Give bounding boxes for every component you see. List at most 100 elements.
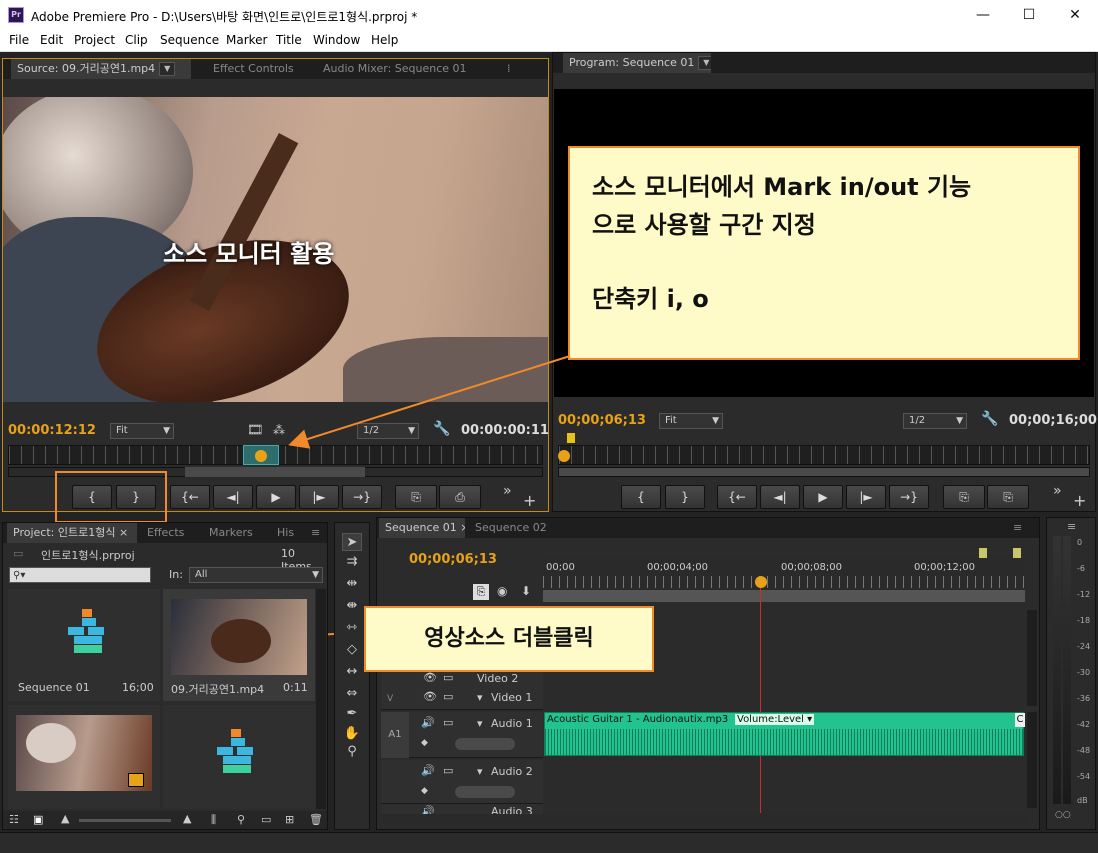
go-to-out-button[interactable]: →} [342,485,382,509]
zoom-large-icon[interactable]: ▲ [183,812,191,825]
new-bin-icon[interactable]: ▭ [261,813,271,826]
keyframe-icon[interactable]: ◆ [421,738,428,748]
track-target-a1[interactable]: A1 [381,712,409,758]
meter-solo-icons[interactable]: ○○ [1055,810,1071,820]
program-current-timecode[interactable]: 00;00;06;13 [558,413,646,428]
search-input[interactable]: ⚲▾ [9,567,151,583]
source-resolution-dropdown[interactable]: 1/2 ▼ [357,423,419,439]
program-marker-icon[interactable] [567,433,575,443]
ripple-edit-tool-icon[interactable]: ⇹ [342,575,362,593]
rate-stretch-tool-icon[interactable]: ⇿ [342,619,362,637]
eye-icon[interactable]: 👁 [423,690,437,703]
program-time-ruler[interactable] [558,445,1090,465]
menu-file[interactable]: File [9,33,29,47]
sequence-marker-icon[interactable] [979,548,987,558]
play-button[interactable]: ▶ [256,485,296,509]
mark-out-button[interactable]: } [116,485,156,509]
project-item-video-2[interactable] [8,705,160,809]
mark-in-button[interactable]: { [621,485,661,509]
mark-in-button[interactable]: { [72,485,112,509]
overwrite-button[interactable]: ⎙ [439,485,481,509]
playhead-icon[interactable] [255,450,267,462]
menu-window[interactable]: Window [313,33,360,47]
program-resolution-dropdown[interactable]: 1/2 ▼ [903,413,967,429]
close-icon[interactable]: × [460,521,465,534]
go-to-out-button[interactable]: →} [889,485,929,509]
slide-tool-icon[interactable]: ⇔ [342,685,362,703]
audio-scrollbar[interactable] [1027,712,1037,808]
lock-icon[interactable]: ▭ [443,671,453,684]
add-marker-icon[interactable]: ⬇ [521,584,531,598]
in-filter-dropdown[interactable]: All ▼ [189,567,323,583]
lift-button[interactable]: ⎘ [943,485,985,509]
step-forward-button[interactable]: |► [846,485,886,509]
minimize-button[interactable]: — [960,0,1006,30]
slip-tool-icon[interactable]: ↔ [342,663,362,681]
thumbnail-size-slider[interactable] [79,819,171,822]
track-target-v[interactable]: V [387,694,393,704]
step-back-button[interactable]: ◄| [213,485,253,509]
timeline-playhead-icon[interactable] [755,576,767,588]
extract-button[interactable]: ⎘ [987,485,1029,509]
tab-markers[interactable]: Markers [203,523,269,543]
mark-out-button[interactable]: } [665,485,705,509]
new-item-icon[interactable]: ⊞ [285,813,294,826]
menu-project[interactable]: Project [74,33,115,47]
collapse-triangle-icon[interactable]: ▾ [477,717,483,730]
hand-tool-icon[interactable]: ✋ [342,725,362,743]
menu-title[interactable]: Title [276,33,302,47]
collapse-triangle-icon[interactable]: ▾ [477,691,483,704]
film-icon[interactable]: 🎞 [247,423,264,438]
project-item-video[interactable]: 09.거리공연1.mp4 0:11 [163,589,315,701]
keyframe-icon[interactable]: ◆ [421,786,428,796]
chevron-down-icon[interactable]: ▼ [159,62,176,76]
track-select-tool-icon[interactable]: ⇉ [342,553,362,571]
step-back-button[interactable]: ◄| [760,485,800,509]
wrench-icon[interactable]: 🔧 [433,421,450,437]
program-playhead-icon[interactable] [558,450,570,462]
audio-clip[interactable]: Acoustic Guitar 1 - Audionautix.mp3 Volu… [544,712,1025,756]
tab-audio-mixer[interactable]: Audio Mixer: Sequence 01 [317,59,487,79]
program-zoom-bar[interactable] [558,467,1090,477]
maximize-button[interactable]: ☐ [1006,0,1052,30]
add-button-icon[interactable]: + [1073,491,1086,510]
close-button[interactable]: ✕ [1052,0,1098,30]
eye-icon[interactable]: 👁 [423,671,437,684]
snap-icon[interactable]: ⎘ [473,584,489,600]
tab-program[interactable]: Program: Sequence 01 ▼ [563,53,711,73]
project-item-sequence-2[interactable] [163,705,315,809]
zoom-tool-icon[interactable]: ⚲ [342,743,362,761]
menu-help[interactable]: Help [371,33,398,47]
rolling-edit-tool-icon[interactable]: ⇼ [342,597,362,615]
panel-menu-icon[interactable]: ≡ [305,523,327,543]
more-buttons-icon[interactable]: » [503,483,512,499]
chevron-down-icon[interactable]: ▼ [698,56,711,70]
panel-menu-icon[interactable]: ≡ [1007,518,1037,538]
pen-tool-icon[interactable]: ✒ [342,705,362,723]
selection-tool-icon[interactable]: ➤ [342,533,362,551]
tab-project[interactable]: Project: 인트로1형식 × [7,523,137,543]
menu-sequence[interactable]: Sequence [160,33,219,47]
find-icon[interactable]: ⚲ [237,813,245,826]
icon-view-icon[interactable]: ▣ [33,813,43,826]
add-button-icon[interactable]: + [523,491,536,510]
insert-button[interactable]: ⎘ [395,485,437,509]
trash-icon[interactable]: 🗑 [309,813,323,826]
keyframe-nav[interactable] [455,738,515,750]
automate-to-sequence-icon[interactable]: ⫼ [211,813,216,827]
project-item-sequence[interactable]: Sequence 01 16;00 [8,589,160,701]
play-button[interactable]: ▶ [803,485,843,509]
wrench-icon[interactable]: 🔧 [981,411,998,427]
razor-tool-icon[interactable]: ◇ [342,641,362,659]
menu-clip[interactable]: Clip [125,33,148,47]
clip-fx-dropdown[interactable]: Volume:Level ▾ [735,714,815,725]
tab-sequence-01[interactable]: Sequence 01 × [379,518,465,538]
tab-effect-controls[interactable]: Effect Controls [207,59,307,79]
collapse-triangle-icon[interactable]: ▾ [477,765,483,778]
video-scrollbar[interactable] [1027,610,1037,706]
timeline-h-scrollbar[interactable] [381,814,1027,824]
menu-marker[interactable]: Marker [226,33,267,47]
lock-icon[interactable]: ▭ [443,716,453,729]
source-current-timecode[interactable]: 00:00:12:12 [8,423,96,438]
tab-sequence-02[interactable]: Sequence 02 [469,518,549,538]
